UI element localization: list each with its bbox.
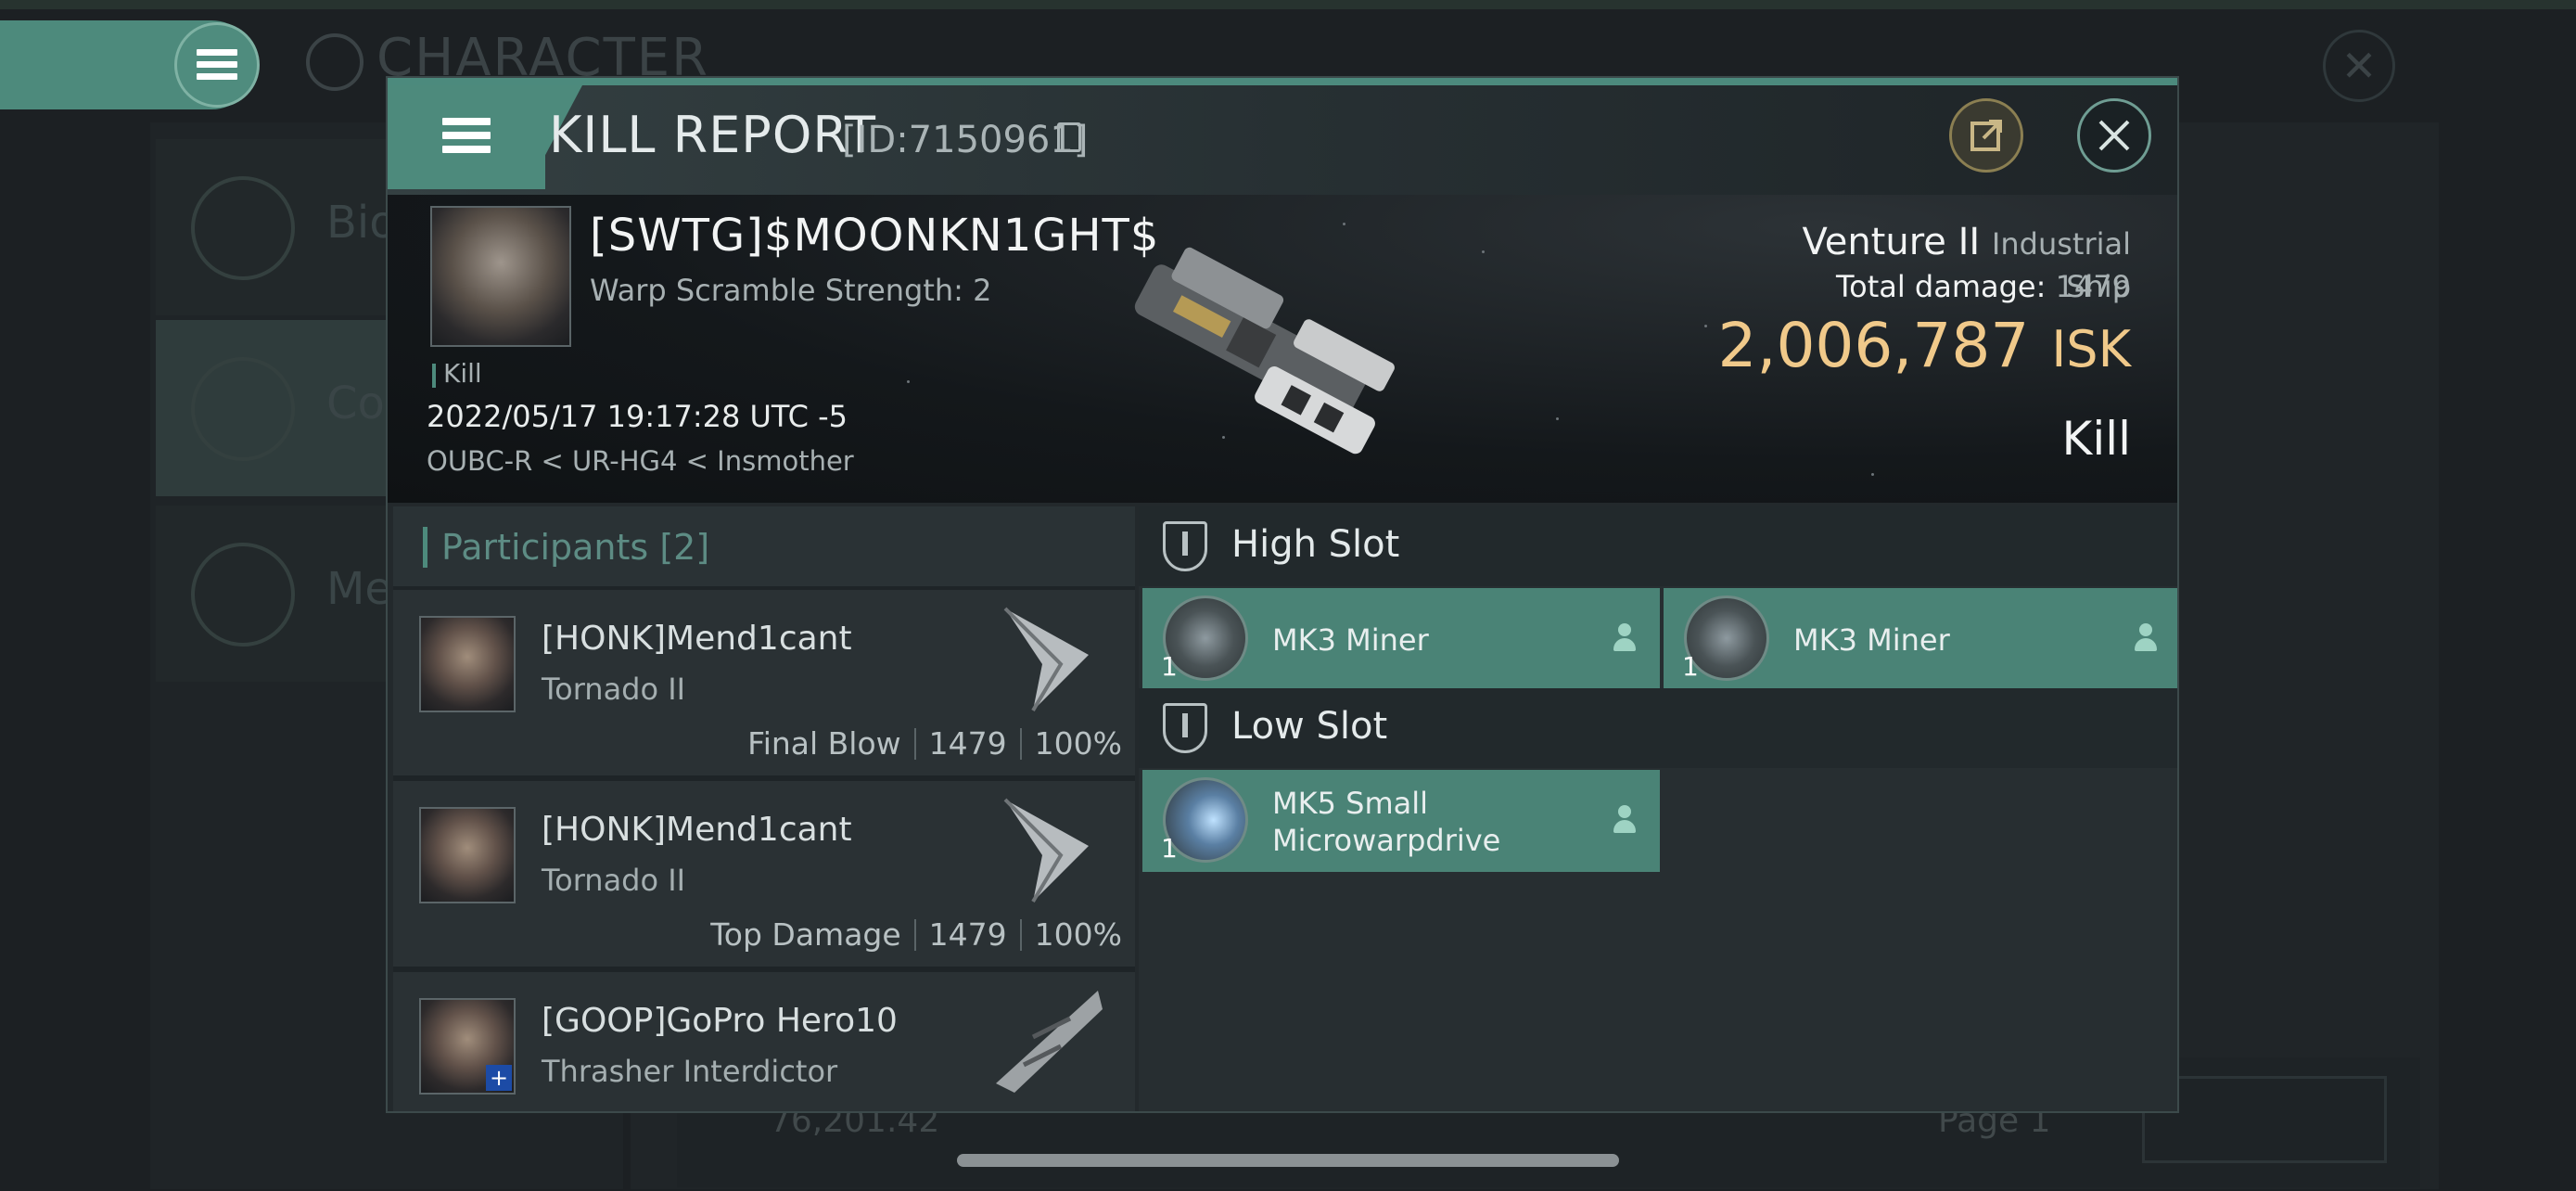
venture-ship-image <box>1134 247 1395 455</box>
external-link-icon <box>1970 120 2002 151</box>
module-item[interactable]: 1 MK3 Miner <box>1142 588 1660 690</box>
sidebar-item-label: Me <box>326 563 392 615</box>
dialog-accent-line <box>388 78 2177 85</box>
participant-portrait: + <box>419 998 516 1095</box>
share-button[interactable] <box>1949 98 2023 173</box>
hamburger-icon <box>197 49 237 81</box>
module-name: MK5 Small Microwarpdrive <box>1272 786 1501 858</box>
participant-row[interactable]: [HONK]Mend1cant Tornado II Top Damage 147… <box>393 781 1135 967</box>
high-slot-icon <box>1163 521 1207 571</box>
participants-marker <box>423 527 427 568</box>
sidebar-item-label: Co <box>326 378 385 429</box>
tornado-ship-image <box>1003 607 1089 712</box>
isk-value: 2,006,787 ISK <box>1717 310 2131 381</box>
hamburger-icon <box>442 118 491 157</box>
participant-name: [GOOP]GoPro Hero10 <box>542 1002 898 1040</box>
warp-scramble-strength: Warp Scramble Strength: 2 <box>590 273 992 308</box>
module-quantity: 1 <box>1161 651 1178 682</box>
participant-stats: Final Blow 1479 100% <box>747 725 1122 762</box>
total-damage: Total damage: 1479 <box>1836 269 2131 304</box>
participant-portrait <box>419 807 516 903</box>
plus-badge-icon: + <box>486 1065 512 1091</box>
low-slot-icon <box>1163 703 1207 753</box>
module-item[interactable]: 1 MK3 Miner <box>1664 588 2177 690</box>
victim-portrait[interactable] <box>430 206 571 347</box>
low-slot-header: Low Slot <box>1139 688 2177 768</box>
participant-ship: Tornado II <box>542 672 686 707</box>
person-icon <box>1613 623 1636 653</box>
participant-ship: Tornado II <box>542 863 686 898</box>
background-menu-button[interactable] <box>174 22 260 108</box>
low-slot-title: Low Slot <box>1231 705 1388 748</box>
module-quantity: 1 <box>1161 833 1178 864</box>
participant-row[interactable]: + [GOOP]GoPro Hero10 Thrasher Interdicto… <box>393 972 1135 1111</box>
person-icon <box>1613 805 1636 835</box>
high-slot-title: High Slot <box>1231 523 1400 566</box>
character-icon <box>306 33 363 91</box>
dialog-menu-button[interactable] <box>388 85 545 189</box>
copy-icon[interactable] <box>1057 122 1081 152</box>
background-close-button[interactable]: ✕ <box>2323 30 2395 102</box>
participant-ship: Thrasher Interdictor <box>542 1054 838 1089</box>
module-name: MK3 Miner <box>1272 622 1429 658</box>
kill-datetime: 2022/05/17 19:17:28 UTC -5 <box>427 399 848 434</box>
star-badge-icon <box>191 543 295 647</box>
crossed-swords-icon <box>191 357 295 461</box>
dialog-title: KILL REPORT <box>549 106 876 164</box>
participant-row[interactable]: [HONK]Mend1cant Tornado II Final Blow 147… <box>393 590 1135 775</box>
participants-title: Participants [2] <box>441 527 710 568</box>
victim-name[interactable]: [SWTG]$MOONKN1GHT$ <box>590 210 1159 262</box>
close-button[interactable] <box>2077 98 2151 173</box>
module-name: MK3 Miner <box>1793 622 1950 658</box>
kill-tag-marker <box>432 364 436 388</box>
high-slot-header: High Slot <box>1139 506 2177 586</box>
result-label: Kill <box>2061 412 2131 466</box>
kill-tag: Kill <box>443 358 482 389</box>
kill-location[interactable]: OUBC-R < UR-HG4 < Insmother <box>427 445 854 477</box>
participant-portrait <box>419 616 516 712</box>
tornado-ship-image <box>1003 798 1089 903</box>
home-indicator[interactable] <box>957 1154 1619 1167</box>
report-id: [ID:7150961] <box>842 119 1089 161</box>
bio-icon <box>191 176 295 280</box>
person-icon <box>2135 623 2157 653</box>
top-edge <box>0 0 2576 9</box>
participant-stats: Top Damage 1479 100% <box>710 916 1122 953</box>
kill-report-dialog: KILL REPORT [ID:7150961] [SWTG]$MOONKN1G… <box>386 76 2179 1113</box>
module-item[interactable]: 1 MK5 Small Microwarpdrive <box>1142 770 1660 872</box>
participant-name: [HONK]Mend1cant <box>542 620 852 658</box>
thrasher-ship-image <box>996 991 1103 1093</box>
module-quantity: 1 <box>1682 651 1699 682</box>
participant-name: [HONK]Mend1cant <box>542 811 852 849</box>
close-icon <box>2098 120 2130 151</box>
